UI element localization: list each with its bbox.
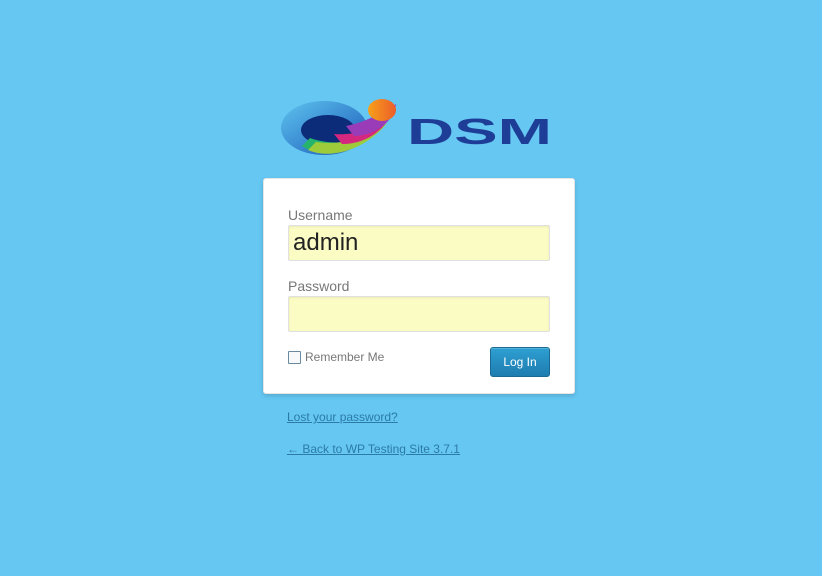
dsm-logo-graphic: DSM (281, 99, 552, 155)
logo-text: DSM (407, 111, 552, 152)
remember-me-checkbox[interactable] (288, 350, 301, 364)
password-input[interactable] (288, 296, 550, 332)
remember-me-option[interactable]: Remember Me (288, 350, 384, 364)
dsm-logo[interactable]: DSM (278, 96, 558, 162)
lost-password-link[interactable]: Lost your password? (287, 410, 398, 424)
password-label: Password (288, 278, 350, 294)
login-form: Username Password Remember Me Log In (263, 178, 575, 394)
username-input[interactable] (288, 225, 550, 261)
username-label: Username (288, 207, 353, 223)
login-button[interactable]: Log In (490, 347, 550, 377)
back-to-site-link[interactable]: ← Back to WP Testing Site 3.7.1 (287, 442, 460, 456)
remember-me-label: Remember Me (305, 350, 385, 364)
